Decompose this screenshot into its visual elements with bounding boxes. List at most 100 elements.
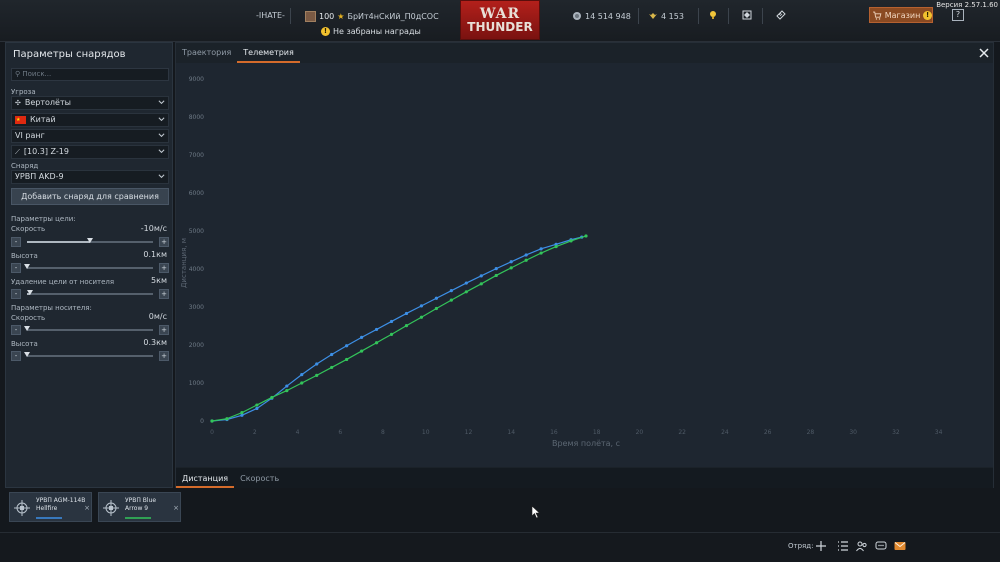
target-alt-value: 0.1км bbox=[143, 250, 167, 259]
silver-lions[interactable]: 14 514 948 bbox=[572, 11, 631, 21]
shop-button[interactable]: Магазин ! bbox=[869, 7, 933, 23]
slider-track[interactable] bbox=[24, 264, 153, 269]
threat-type-dropdown[interactable]: ✣ Вертолёты bbox=[11, 96, 169, 110]
decrement-button[interactable]: - bbox=[11, 289, 21, 299]
slider-track[interactable] bbox=[24, 352, 153, 357]
contacts-icon[interactable] bbox=[856, 540, 868, 552]
shell-value: УРВП AKD-9 bbox=[15, 172, 64, 181]
target-speed-slider[interactable]: - + bbox=[11, 237, 169, 247]
battlepass-icon[interactable] bbox=[742, 10, 752, 20]
target-alt-slider[interactable]: - + bbox=[11, 263, 169, 273]
close-icon[interactable] bbox=[977, 46, 991, 60]
slider-track[interactable] bbox=[26, 290, 153, 295]
silver-lions-value: 14 514 948 bbox=[585, 11, 631, 21]
data-point bbox=[449, 298, 453, 302]
tab-telemetry[interactable]: Телеметрия bbox=[237, 43, 300, 63]
rewards-notice[interactable]: ! Не забраны награды bbox=[321, 27, 421, 36]
compare-card[interactable]: УРВП Blue Arrow 9 × bbox=[98, 492, 181, 522]
help-button[interactable]: ? bbox=[952, 9, 964, 21]
squad-tag: -IHATE- bbox=[256, 11, 285, 20]
mouse-cursor-icon bbox=[531, 505, 541, 519]
threat-type-value: Вертолёты bbox=[24, 98, 71, 107]
country-dropdown[interactable]: Китай bbox=[11, 113, 169, 127]
tab-trajectory[interactable]: Траектория bbox=[176, 43, 237, 63]
tab-distance[interactable]: Дистанция bbox=[176, 468, 235, 488]
data-point bbox=[345, 344, 349, 348]
increment-button[interactable]: + bbox=[159, 325, 169, 335]
divider bbox=[762, 8, 763, 24]
vehicle-dropdown[interactable]: ⟋ [10.3] Z-19 bbox=[11, 145, 169, 159]
coupon-icon[interactable] bbox=[776, 10, 786, 20]
decrement-button[interactable]: - bbox=[11, 263, 21, 273]
carrier-alt-slider[interactable]: - + bbox=[11, 351, 169, 361]
data-point bbox=[255, 406, 259, 411]
tab-speed[interactable]: Скорость bbox=[234, 468, 285, 488]
data-point bbox=[360, 335, 364, 339]
data-point bbox=[554, 244, 558, 249]
shell-dropdown[interactable]: УРВП AKD-9 bbox=[11, 170, 169, 184]
target-speed-value: -10м/с bbox=[140, 224, 167, 233]
lightbulb-icon[interactable] bbox=[708, 10, 718, 20]
x-tick-label: 16 bbox=[550, 429, 558, 436]
add-squad-icon[interactable] bbox=[815, 540, 827, 552]
shop-label: Магазин bbox=[884, 10, 921, 20]
golden-eagles[interactable]: 4 153 bbox=[648, 11, 684, 21]
target-dist-value: 5км bbox=[151, 276, 167, 285]
x-axis-label: Время полёта, с bbox=[552, 439, 620, 448]
rank-dropdown[interactable]: VI ранг bbox=[11, 129, 169, 143]
x-tick-label: 18 bbox=[593, 429, 601, 436]
china-flag-icon bbox=[15, 114, 26, 126]
slider-track[interactable] bbox=[27, 238, 153, 243]
profile-button[interactable]: 100 ★ БрИт4нСкИй_П0дСОС bbox=[305, 11, 439, 22]
data-point bbox=[210, 419, 214, 423]
panel-title: Параметры снарядов bbox=[13, 49, 126, 60]
y-tick-label: 9000 bbox=[189, 76, 204, 83]
shell-params-panel: Параметры снарядов ⚲ Поиск... Угроза ✣ В… bbox=[5, 42, 173, 488]
x-tick-label: 4 bbox=[296, 429, 300, 436]
decrement-button[interactable]: - bbox=[11, 237, 21, 247]
slider-thumb[interactable] bbox=[24, 264, 30, 269]
carrier-speed-slider[interactable]: - + bbox=[11, 325, 169, 335]
data-point bbox=[584, 234, 588, 238]
data-point bbox=[434, 306, 438, 311]
data-point bbox=[360, 349, 364, 353]
search-placeholder: Поиск... bbox=[22, 70, 52, 78]
missile-icon bbox=[14, 500, 30, 516]
data-point bbox=[569, 239, 573, 243]
remove-compare-button[interactable]: × bbox=[84, 504, 90, 512]
slider-track[interactable] bbox=[24, 326, 153, 331]
search-input[interactable]: ⚲ Поиск... bbox=[11, 68, 169, 81]
data-point bbox=[539, 247, 543, 251]
x-tick-label: 26 bbox=[764, 429, 772, 436]
version-label: Версия 2.57.1.60 bbox=[936, 1, 998, 9]
shell-label: Снаряд bbox=[11, 162, 39, 170]
list-icon[interactable] bbox=[837, 540, 849, 552]
increment-button[interactable]: + bbox=[159, 351, 169, 361]
slider-thumb[interactable] bbox=[24, 352, 30, 357]
y-tick-label: 5000 bbox=[189, 228, 204, 235]
target-dist-slider[interactable]: - + bbox=[11, 289, 169, 299]
data-point bbox=[300, 381, 304, 385]
chat-icon[interactable] bbox=[875, 540, 887, 552]
increment-button[interactable]: + bbox=[159, 237, 169, 247]
top-bar: Версия 2.57.1.60 -IHATE- 100 ★ БрИт4нСкИ… bbox=[0, 0, 1000, 42]
compare-card-name: УРВП Blue Arrow 9 bbox=[125, 497, 157, 512]
decrement-button[interactable]: - bbox=[11, 351, 21, 361]
war-thunder-logo[interactable]: WAR THUNDER bbox=[460, 0, 540, 40]
x-tick-label: 2 bbox=[253, 429, 257, 436]
add-shell-compare-button[interactable]: Добавить снаряд для сравнения bbox=[11, 188, 169, 205]
increment-button[interactable]: + bbox=[159, 289, 169, 299]
slider-thumb[interactable] bbox=[24, 326, 30, 331]
divider bbox=[728, 8, 729, 24]
y-tick-label: 1000 bbox=[189, 380, 204, 387]
slider-thumb[interactable] bbox=[26, 290, 33, 295]
compare-card[interactable]: УРВП AGM-114B Hellfire × bbox=[9, 492, 92, 522]
increment-button[interactable]: + bbox=[159, 263, 169, 273]
x-tick-label: 30 bbox=[849, 429, 857, 436]
decrement-button[interactable]: - bbox=[11, 325, 21, 335]
remove-compare-button[interactable]: × bbox=[173, 504, 179, 512]
series-line bbox=[211, 235, 587, 422]
mail-icon[interactable] bbox=[894, 540, 906, 552]
silver-lions-icon bbox=[573, 12, 581, 20]
slider-thumb[interactable] bbox=[87, 238, 93, 243]
